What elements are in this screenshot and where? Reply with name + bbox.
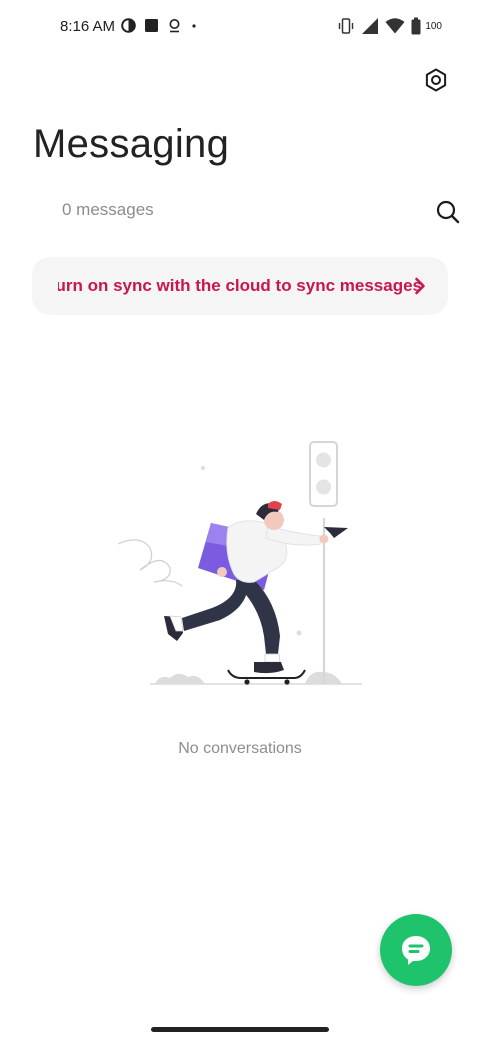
sync-banner[interactable]: Turn on sync with the cloud to sync mess… (32, 257, 448, 315)
status-time: 8:16 AM (60, 18, 116, 35)
new-message-button[interactable] (380, 914, 452, 986)
status-notification-icons (121, 18, 198, 33)
sync-banner-text: Turn on sync with the cloud to sync mess… (58, 276, 422, 295)
location-pin-icon (169, 19, 180, 33)
wifi-icon (385, 18, 405, 34)
home-indicator[interactable] (151, 1027, 329, 1032)
status-system-icons: 100 (337, 17, 442, 35)
cellular-signal-icon (362, 18, 379, 34)
search-button[interactable] (432, 196, 464, 228)
new-message-icon (402, 936, 430, 965)
page-title: Messaging (33, 122, 230, 166)
more-notifications-dot-icon (192, 24, 196, 28)
empty-state-illustration (117, 441, 362, 685)
chevron-right-icon (415, 277, 425, 295)
data-saver-icon (121, 18, 136, 33)
battery-icon (411, 17, 421, 35)
battery-percentage: 100 (425, 20, 442, 32)
empty-state-label: No conversations (178, 740, 302, 757)
settings-icon (425, 68, 447, 92)
app-notification-icon (145, 19, 158, 32)
settings-button[interactable] (420, 64, 452, 96)
sync-banner-text-viewport: Turn on sync with the cloud to sync mess… (58, 257, 422, 315)
vibrate-icon (339, 18, 354, 34)
message-count: 0 messages (62, 200, 154, 219)
search-icon (436, 200, 460, 224)
status-bar: 8:16 AM 100 (0, 0, 480, 54)
